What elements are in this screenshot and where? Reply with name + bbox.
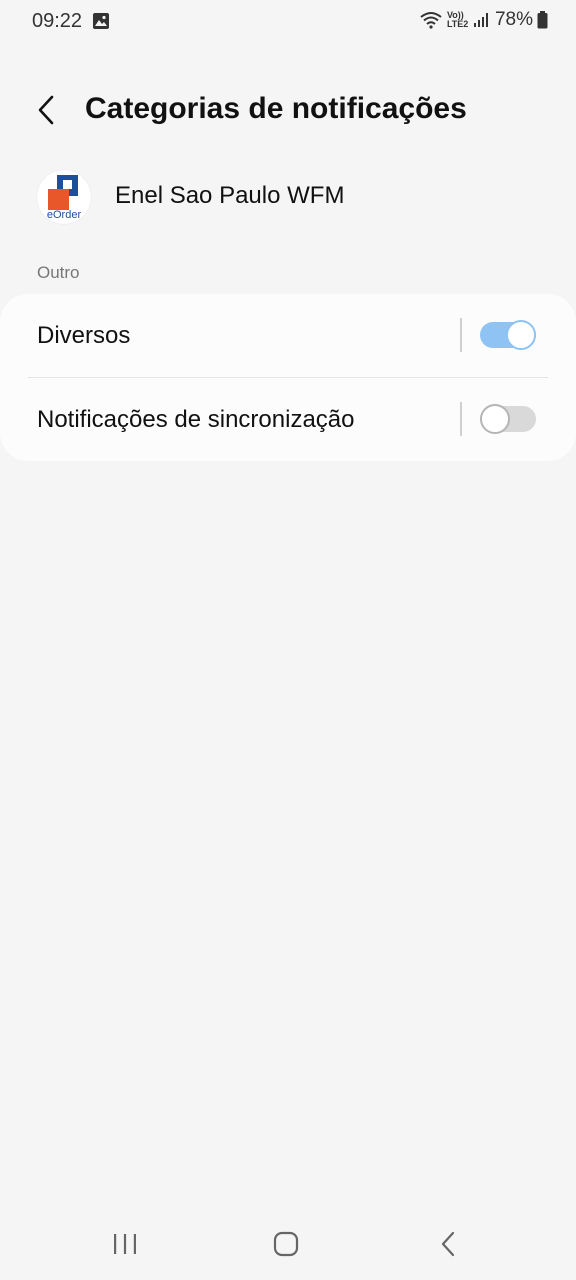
navigation-bar [0,1208,576,1280]
back-button[interactable] [26,90,66,130]
signal-icon [473,13,488,27]
notification-categories-card: Diversos Notificações de sincronização [0,294,576,461]
category-row-sync[interactable]: Notificações de sincronização [0,378,576,461]
app-icon-text: eOrder [47,209,82,221]
gallery-icon [93,13,109,29]
diversos-toggle[interactable] [480,320,536,350]
status-bar: 09:22 Vo)) LTE2 78% [0,0,576,44]
sync-notifications-toggle[interactable] [480,404,536,434]
nav-back-button[interactable] [428,1228,468,1260]
recent-apps-icon [114,1234,136,1254]
lte-indicator: Vo)) LTE2 [446,10,469,29]
category-row-diversos[interactable]: Diversos [0,294,576,377]
row-divider [460,318,462,352]
home-icon [273,1231,299,1257]
page-title: Categorias de notificações [85,92,467,125]
battery-percent: 78% [494,9,533,30]
section-label: Outro [37,263,80,282]
status-time: 09:22 [32,10,83,32]
eorder-logo-icon: eOrder [47,175,82,221]
recent-apps-button[interactable] [105,1228,145,1260]
app-info-row: eOrder Enel Sao Paulo WFM [0,170,576,226]
header: Categorias de notificações [0,80,576,140]
home-button[interactable] [266,1228,306,1260]
back-arrow-icon [441,1231,455,1257]
toggle-knob [480,404,510,434]
category-label: Notificações de sincronização [37,406,355,433]
app-icon: eOrder [37,170,91,224]
battery-icon [537,11,548,29]
category-label: Diversos [37,322,131,349]
chevron-left-icon [38,95,54,125]
wifi-icon [420,12,442,29]
toggle-knob [506,320,536,350]
status-icons: Vo)) LTE2 78% [419,9,548,31]
app-name: Enel Sao Paulo WFM [115,182,345,209]
row-divider [460,402,462,436]
